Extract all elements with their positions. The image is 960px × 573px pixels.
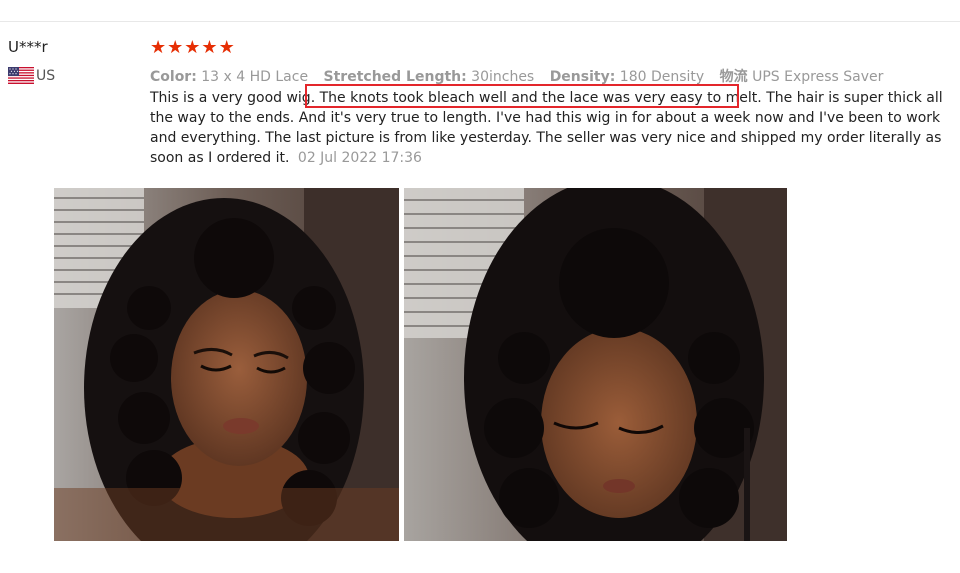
review-text-highlight: The knots took bleach well and the lace … [319,90,762,106]
attribute-shipping: 物流 UPS Express Saver [720,69,884,85]
star-icon: ★ [150,37,167,58]
us-flag-icon [8,67,34,84]
product-attributes: Color: 13 x 4 HD Lace Stretched Length: … [150,66,950,85]
review-photo-image [54,188,399,541]
attribute-color: Color: 13 x 4 HD Lace [150,69,313,85]
reviewer-info: U***r US [8,38,128,84]
review-photo[interactable] [404,188,787,541]
reviewer-name: U***r [8,38,48,56]
star-icon: ★ [218,37,235,58]
country-code: US [36,67,56,84]
star-icon: ★ [201,37,218,58]
shipping-label: 物流 [719,69,748,85]
attribute-length: Stretched Length: 30inches [324,69,539,85]
review-photo-image [404,188,787,541]
review-photo[interactable] [54,188,399,541]
review-text-start: This is a very good wig. [150,90,316,106]
star-rating: ★ ★ ★ ★ ★ [150,38,950,58]
review-page: U***r US ★ ★ ★ ★ ★ Color: 13 x 4 HD Lace… [0,0,960,573]
attribute-value: 13 x 4 HD Lace [201,69,309,85]
reviewer-country: US [8,67,128,84]
attribute-value: 180 Density [619,69,705,85]
review-body: ★ ★ ★ ★ ★ Color: 13 x 4 HD Lace Stretche… [150,38,950,168]
attribute-label: Color: [150,69,197,85]
review-photos [54,188,787,541]
star-icon: ★ [184,37,201,58]
attribute-value: 30inches [471,69,535,85]
attribute-density: Density: 180 Density [550,69,709,85]
attribute-label: Stretched Length: [323,69,467,85]
attribute-label: Density: [549,69,616,85]
review-text: This is a very good wig. The knots took … [150,84,945,168]
shipping-value: UPS Express Saver [752,69,884,85]
review-date: 02 Jul 2022 17:36 [297,150,422,166]
divider [0,21,960,22]
star-icon: ★ [167,37,184,58]
